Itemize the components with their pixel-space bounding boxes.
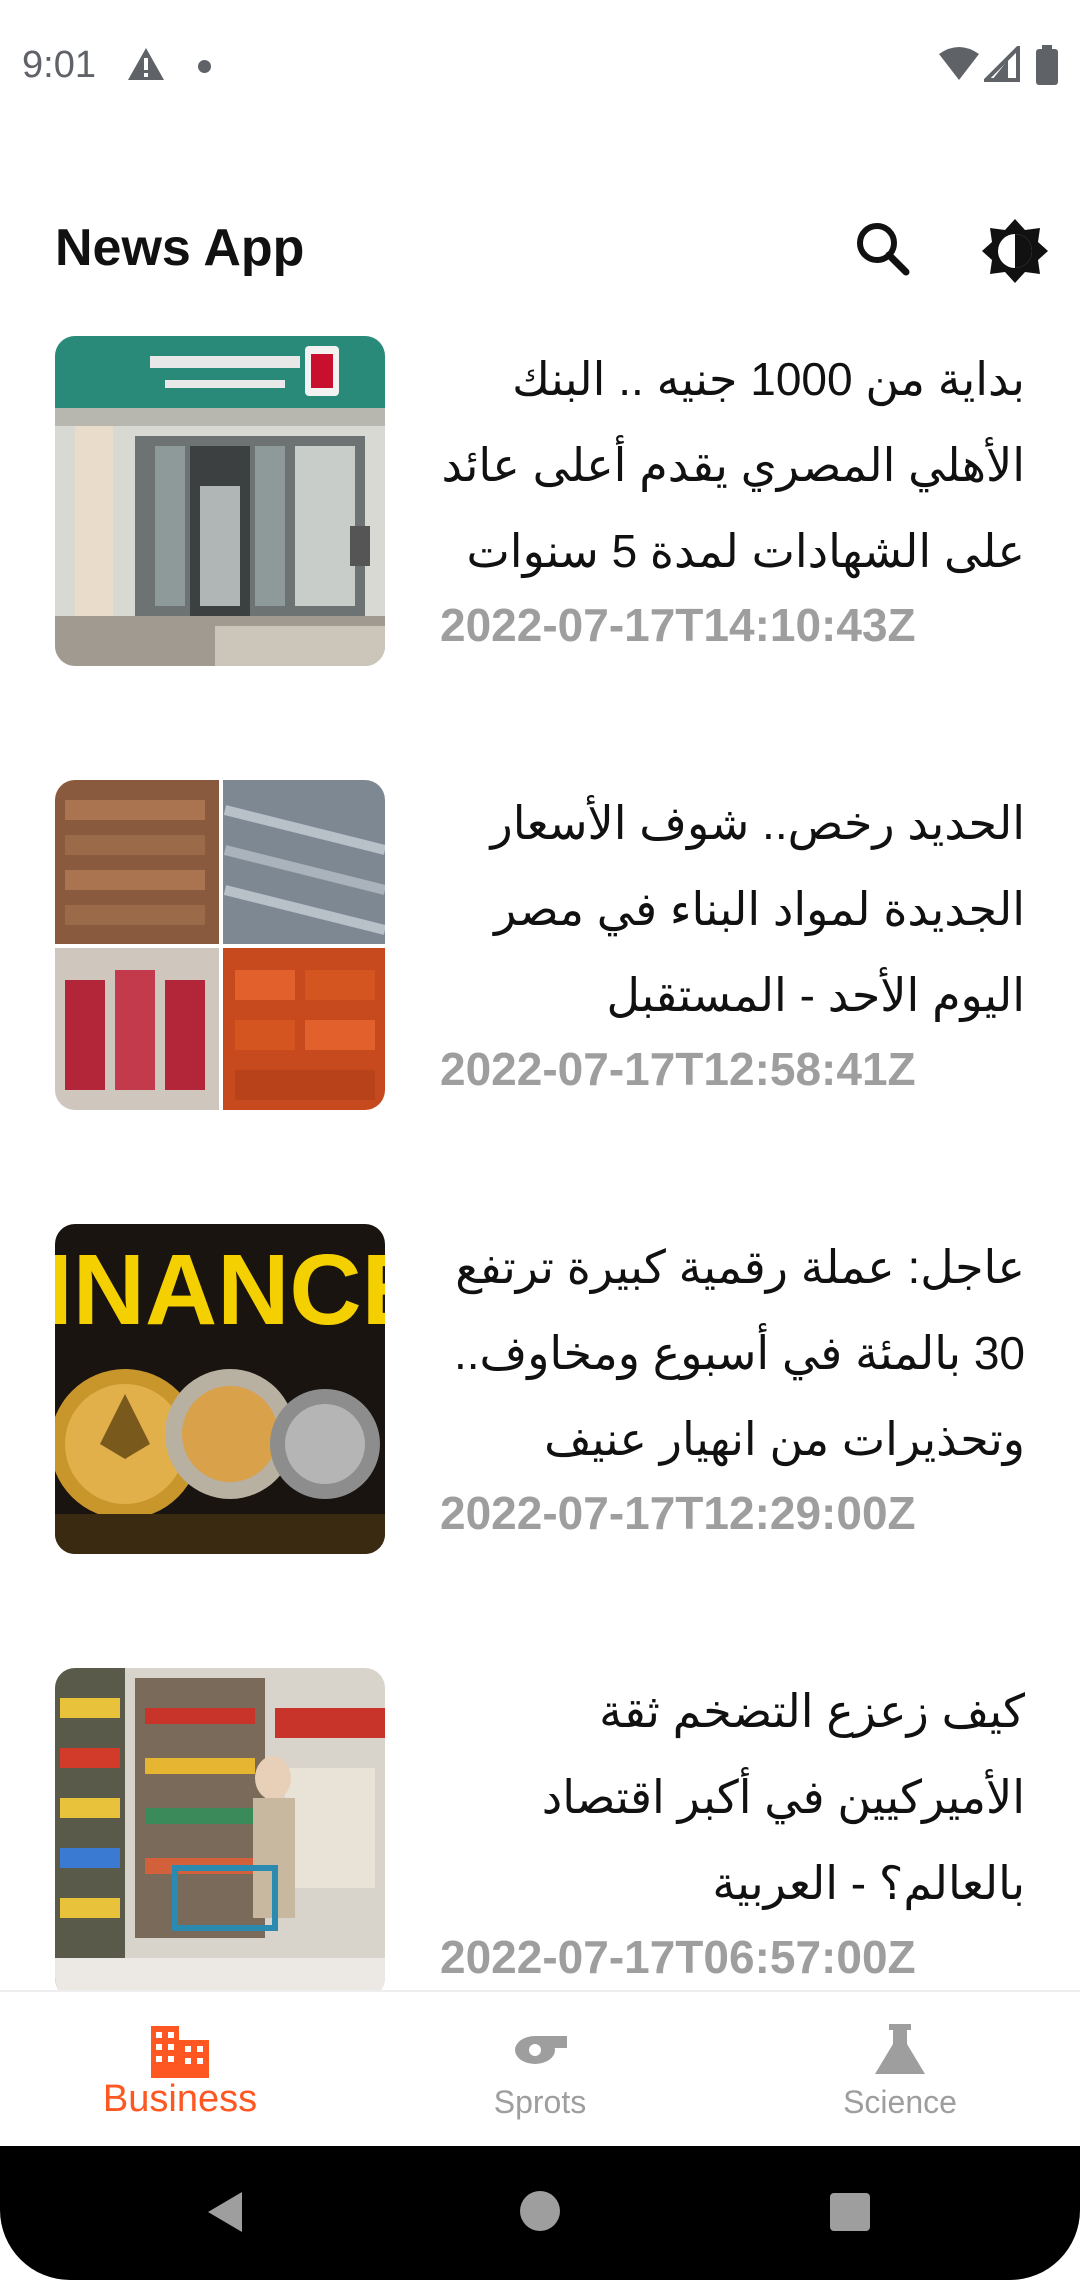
article-title: بداية من 1000 جنيه .. البنك الأهلي المصر… — [441, 353, 1025, 577]
app-bar: News App — [0, 190, 1080, 310]
article-title: كيف زعزع التضخم ثقة الأميركيين في أكبر ا… — [541, 1685, 1025, 1909]
nav-tab-science[interactable]: Science — [720, 1992, 1080, 2148]
article-title: الحديد رخص.. شوف الأسعار الجديدة لمواد ا… — [490, 797, 1025, 1021]
brightness-icon — [982, 219, 1048, 283]
article-list: بداية من 1000 جنيه .. البنك الأهلي المصر… — [0, 336, 1080, 1990]
nav-label: Science — [843, 2084, 957, 2120]
article-item[interactable]: INANCE عاجل: عملة رقمية كبيرة ترتفع 30 ب… — [0, 1224, 1080, 1564]
nav-label: Business — [102, 2078, 258, 2120]
article-date: 2022-07-17T14:10:43Z — [440, 599, 916, 651]
article-thumbnail-supermarket — [55, 1668, 385, 1990]
app-title: News App — [55, 219, 305, 277]
bottom-navigation: Business Sprots Science — [0, 1990, 1080, 2148]
cell-signal-icon — [984, 46, 1020, 82]
article-title: عاجل: عملة رقمية كبيرة ترتفع 30 بالمئة ف… — [453, 1241, 1025, 1465]
battery-icon — [1036, 45, 1058, 85]
article-thumbnail-crypto: INANCE — [55, 1224, 385, 1554]
article-thumbnail-building-materials — [55, 780, 385, 1110]
system-navigation-bar — [0, 2146, 1080, 2280]
nav-tab-business[interactable]: Business — [0, 1992, 360, 2148]
warning-icon — [128, 48, 164, 80]
article-item[interactable]: الحديد رخص.. شوف الأسعار الجديدة لمواد ا… — [0, 780, 1080, 1120]
home-icon[interactable] — [519, 2190, 561, 2232]
theme-toggle-button[interactable] — [980, 216, 1050, 286]
nav-tab-sports[interactable]: Sprots — [360, 1992, 720, 2148]
article-date: 2022-07-17T12:58:41Z — [440, 1043, 916, 1095]
svg-text:INANCE: INANCE — [55, 1234, 385, 1346]
nav-label: Sprots — [493, 2084, 587, 2120]
status-time: 9:01 — [22, 44, 96, 86]
article-thumbnail-bank — [55, 336, 385, 666]
search-button[interactable] — [850, 216, 918, 284]
notification-dot-icon — [198, 60, 211, 73]
article-date: 2022-07-17T12:29:00Z — [440, 1487, 916, 1539]
sports-whistle-icon — [515, 2036, 567, 2064]
recents-icon[interactable] — [829, 2192, 871, 2232]
article-item[interactable]: كيف زعزع التضخم ثقة الأميركيين في أكبر ا… — [0, 1668, 1080, 1990]
back-icon[interactable] — [204, 2190, 244, 2234]
wifi-icon — [939, 47, 979, 80]
status-bar: 9:01 — [0, 0, 1080, 140]
article-item[interactable]: بداية من 1000 جنيه .. البنك الأهلي المصر… — [0, 336, 1080, 676]
search-icon — [857, 223, 910, 276]
flask-icon — [875, 2024, 925, 2074]
business-icon — [151, 2026, 209, 2078]
article-date: 2022-07-17T06:57:00Z — [440, 1931, 916, 1983]
